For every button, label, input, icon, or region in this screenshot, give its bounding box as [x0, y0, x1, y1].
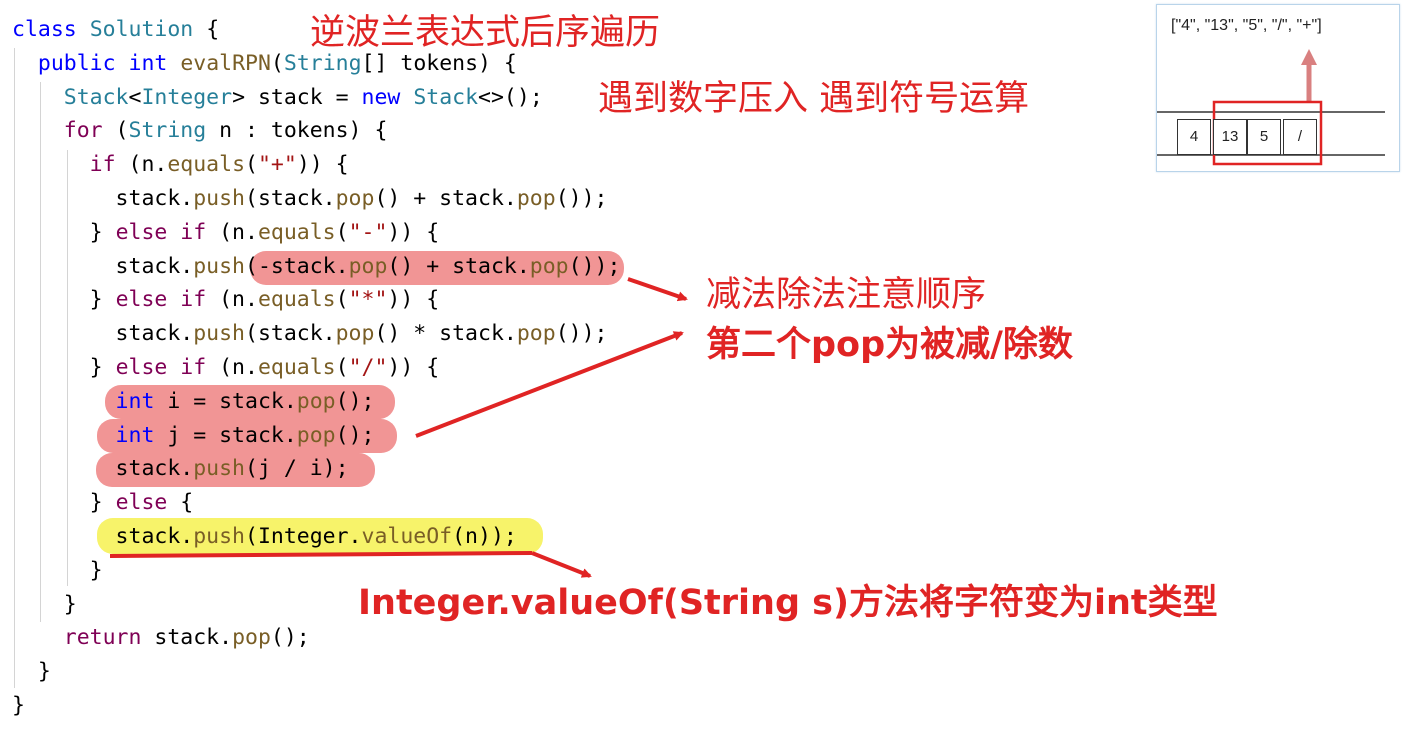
stack-cell: 4	[1177, 119, 1211, 155]
stack-cell: 13	[1213, 119, 1247, 155]
stack-cell: /	[1283, 119, 1317, 155]
arrow-to-valueof-note	[531, 551, 592, 578]
stack-diagram: ["4", "13", "5", "/", "+"] 4 13 5 /	[1156, 4, 1400, 172]
underline-valueof	[109, 551, 533, 558]
stack-cell: 5	[1247, 119, 1281, 155]
arrow-to-order-note	[627, 277, 688, 302]
arrow-to-second-pop-note	[415, 331, 684, 438]
